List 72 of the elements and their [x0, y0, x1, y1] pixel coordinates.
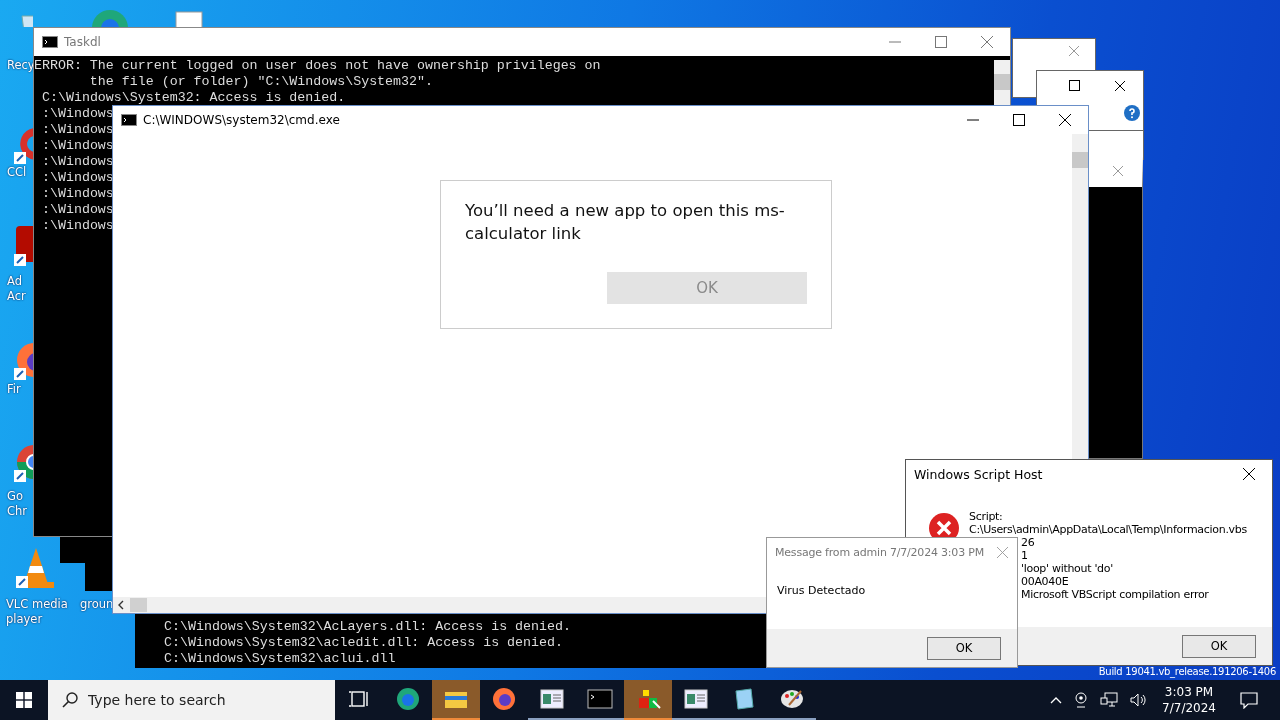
chevron-left-icon[interactable]	[117, 600, 125, 610]
browser-icon	[491, 687, 517, 711]
console-line: C:\Windows\System32\AcLayers.dll: Access is denied.	[164, 619, 571, 635]
console-line: :\Windows	[41, 170, 114, 186]
icon-label: CCl	[7, 165, 27, 180]
window-title: C:\WINDOWS\system32\cmd.exe	[143, 113, 340, 127]
console-line: :\Windows	[41, 154, 114, 170]
icon-label: VLC media	[6, 597, 68, 612]
search-field[interactable]: Type here to search	[48, 680, 335, 720]
scrollbar[interactable]	[994, 60, 1010, 106]
console-icon	[121, 114, 137, 126]
error-text: 'loop' without 'do'	[1021, 562, 1113, 575]
console-line: :\Windows	[41, 202, 114, 218]
console-line: C:\Windows\System32\aclui.dll	[164, 651, 396, 667]
search-icon	[62, 692, 78, 708]
icon-label: groun	[80, 597, 114, 612]
console-line: :\Windows	[41, 186, 114, 202]
console-line: :\Windows	[41, 106, 114, 122]
webcam-icon[interactable]	[1074, 692, 1089, 708]
ok-button[interactable]: OK	[1182, 634, 1256, 658]
notification-icon[interactable]	[1240, 691, 1258, 709]
chevron-up-icon[interactable]	[1050, 696, 1063, 704]
scrollbar-thumb[interactable]	[1072, 152, 1088, 168]
close-icon[interactable]	[1114, 80, 1126, 92]
error-text: C:\Users\admin\AppData\Local\Temp\Informacion.vbs	[969, 523, 1247, 536]
clock-date[interactable]: 7/7/2024	[1162, 700, 1216, 716]
app-window-icon	[683, 687, 709, 711]
app-shortcut-icon[interactable]	[12, 224, 33, 268]
icon-label: Chr	[7, 504, 28, 519]
windows-logo-icon[interactable]	[16, 692, 32, 708]
window-title: Taskdl	[64, 35, 101, 49]
scrollbar-thumb[interactable]	[130, 598, 147, 612]
window-title: Message from admin 7/7/2024 3:03 PM	[775, 545, 984, 559]
error-text: 1	[1021, 549, 1028, 562]
console-icon	[42, 36, 58, 48]
clock-time[interactable]: 3:03 PM	[1164, 684, 1214, 700]
scrollbar-thumb[interactable]	[994, 74, 1010, 90]
window-title: Windows Script Host	[914, 466, 1043, 482]
icon-label: Fir	[7, 382, 21, 397]
terminal-icon	[587, 687, 613, 711]
icon-label: player	[6, 612, 43, 627]
console-line: C:\Windows\System32: Access is denied.	[41, 90, 346, 106]
maximize-icon[interactable]	[1069, 80, 1080, 91]
network-icon[interactable]	[1100, 692, 1119, 708]
message-text: Virus Detectado	[776, 583, 867, 599]
error-text: Script:	[969, 510, 1003, 523]
scrollbar[interactable]	[1072, 134, 1088, 459]
close-icon[interactable]	[1059, 114, 1071, 126]
palette-icon	[779, 687, 805, 711]
maximize-icon[interactable]	[1013, 114, 1025, 126]
console-line: :\Windows	[41, 218, 114, 234]
close-icon[interactable]	[1243, 468, 1255, 480]
ok-button[interactable]: OK	[927, 636, 1001, 660]
icon-label: Go	[7, 489, 23, 504]
console-line: the file (or folder) "C:\Windows\System32".	[88, 74, 433, 90]
browser-icon	[395, 687, 421, 711]
app-window-icon	[539, 687, 565, 711]
error-text: 26	[1021, 536, 1035, 549]
error-text: 00A040E	[1021, 575, 1069, 588]
help-icon[interactable]	[1124, 105, 1140, 121]
console-line: :\Windows	[41, 122, 114, 138]
console-line: C:\Windows\System32\acledit.dll: Access is denied.	[164, 635, 563, 651]
icon-label: Ad	[7, 274, 22, 289]
console-line: :\Windows	[41, 138, 114, 154]
icon-label: Recy	[7, 58, 35, 73]
scrollbar[interactable]	[113, 597, 766, 613]
dialog-message: You’ll need a new app to open this ms-calculator link	[465, 200, 785, 245]
icon-label: Acr	[7, 289, 26, 304]
console-line: ERROR: The current logged on user does not have ownership privileges on	[34, 58, 601, 74]
speaker-icon[interactable]	[1130, 692, 1149, 708]
build-text: Build 19041.vb_release.191206-1406	[1098, 666, 1276, 677]
error-text: Microsoft VBScript compilation error	[1021, 588, 1209, 601]
